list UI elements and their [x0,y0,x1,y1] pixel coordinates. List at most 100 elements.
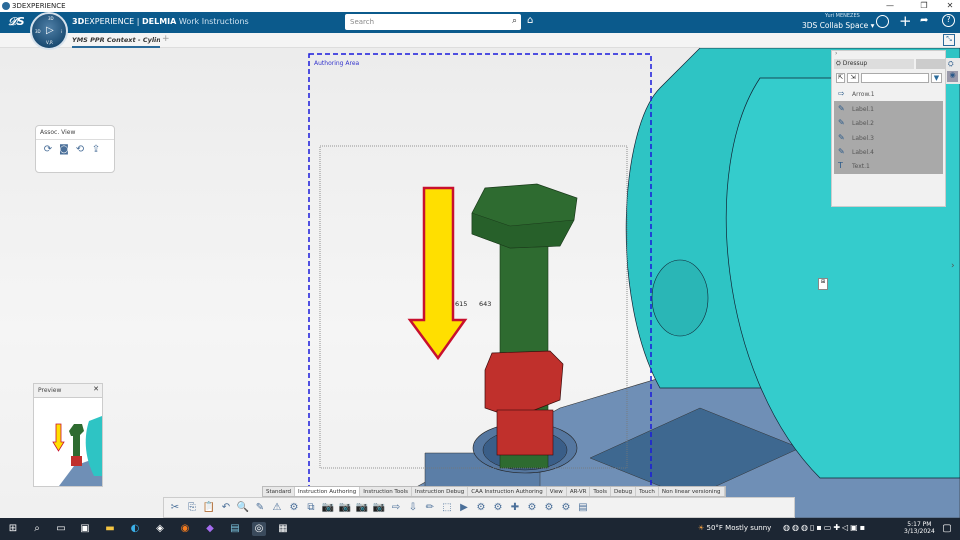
toolbar-tool-11-icon[interactable]: 📷 [355,501,369,515]
update-view-icon[interactable]: ⟲ [73,143,87,157]
toolbar-tool-22-icon[interactable]: ⚙ [542,501,556,515]
toolbar-tool-6-icon[interactable]: ⚠ [270,501,284,515]
terminal-icon[interactable]: ▣ [78,522,92,536]
3dexperience-taskbar-icon[interactable]: ◎ [252,522,266,536]
visual-studio-icon[interactable]: ◆ [203,522,217,536]
minimize-button[interactable]: — [880,0,900,12]
toolbar-tool-21-icon[interactable]: ⚙ [525,501,539,515]
toolbar-tool-19-icon[interactable]: ⚙ [491,501,505,515]
expand-icon[interactable]: › [835,50,837,57]
notepad-icon[interactable]: ▤ [228,522,242,536]
3d-viewport[interactable]: Authoring Area 615 643 › ⊞ [0,48,960,518]
tab-debug[interactable]: Debug [611,487,637,496]
dressup-item-label-3[interactable]: ✎ Label.3 [834,131,942,145]
toolbar-tool-15-icon[interactable]: ✏ [423,501,437,515]
toolbar-tool-8-icon[interactable]: ⧉ [304,501,318,515]
app2-icon[interactable]: ▦ [276,522,290,536]
help-icon[interactable]: ? [942,14,955,27]
toolbar-tool-1-icon[interactable]: ⎘ [185,501,199,515]
toolbar-tool-0-icon[interactable]: ✂ [168,501,182,515]
multi-select-icon[interactable]: ⇲ [847,73,859,83]
assoc-view-title: Assoc. View [36,126,114,140]
weather-widget[interactable]: ☀ 50°F Mostly sunny [698,524,771,532]
tab-tools[interactable]: Tools [590,487,611,496]
collapse-icon[interactable]: ⤡ [943,34,955,46]
dressup-item-label-2[interactable]: ✎ Label.2 [834,116,942,130]
add-tab-button[interactable]: + [162,34,170,44]
toolbar-tool-4-icon[interactable]: 🔍 [236,501,250,515]
compass-top[interactable]: 3D [48,16,54,21]
tab-view[interactable]: View [547,487,567,496]
user-avatar-icon[interactable] [876,15,889,28]
clock[interactable]: 5:17 PM 3/13/2024 [904,521,935,535]
toolbar-tool-12-icon[interactable]: 📷 [372,501,386,515]
toolbar-tool-13-icon[interactable]: ⇨ [389,501,403,515]
tag-icon[interactable]: ⌂ [527,15,533,26]
label-615[interactable]: 615 [455,300,467,308]
dressup-filter-input[interactable] [861,73,929,83]
tab-instruction-authoring[interactable]: Instruction Authoring [295,487,361,496]
window-titlebar: 3DEXPERIENCE — ❐ ✕ [0,0,960,12]
toolbar-tool-24-icon[interactable]: ▤ [576,501,590,515]
toolbar-tool-16-icon[interactable]: ⬚ [440,501,454,515]
system-tray-icons[interactable]: ◍◍◍▯▪▭✚◁▣▪ [783,523,867,532]
add-icon[interactable]: + [899,12,912,30]
ds-logo-icon[interactable]: 𝒟S [8,15,25,29]
tab-instruction-debug[interactable]: Instruction Debug [412,487,469,496]
compass-widget[interactable]: 3D 3D ▷ i V,R [30,12,68,50]
tab-ppr-context[interactable]: YMS PPR Context - Cylinder [72,36,160,48]
file-explorer-icon[interactable]: ▬ [103,522,117,536]
filter-icon[interactable]: ▼ [931,73,942,83]
toolbar-tool-5-icon[interactable]: ✎ [253,501,267,515]
layers-icon[interactable]: ◉ [947,71,958,82]
camera-icon[interactable]: ◙ [57,143,71,157]
toolbar-tool-23-icon[interactable]: ⚙ [559,501,573,515]
marker-icon[interactable]: ⊞ [818,278,828,290]
app-icon[interactable]: ◈ [153,522,167,536]
dressup-item-label-1[interactable]: ✎ Label.1 [834,102,942,116]
toolbar-tool-17-icon[interactable]: ▶ [457,501,471,515]
tab-standard[interactable]: Standard [263,487,296,496]
toolbar-tool-2-icon[interactable]: 📋 [202,501,216,515]
play-icon[interactable]: ▷ [46,25,54,36]
toolbar-tool-7-icon[interactable]: ⚙ [287,501,301,515]
label-643[interactable]: 643 [479,300,491,308]
tab-instruction-tools[interactable]: Instruction Tools [360,487,412,496]
maximize-button[interactable]: ❐ [914,0,934,12]
toolbar-tool-9-icon[interactable]: 📷 [321,501,335,515]
tab-touch[interactable]: Touch [636,487,659,496]
arrow-annotation[interactable] [407,186,468,361]
tab-caa-instruction-authoring[interactable]: CAA Instruction Authoring [468,487,547,496]
preview-close-button[interactable]: ✕ [93,385,99,393]
notifications-icon[interactable]: ▢ [940,522,954,536]
refresh-icon[interactable]: ⟳ [41,143,55,157]
dressup-item-text-1[interactable]: T Text.1 [834,159,942,173]
dressup-tab[interactable]: ⛭ Dressup [834,59,914,69]
search-icon[interactable]: ⌕ [512,16,517,26]
tab-non-linear-versioning[interactable]: Non linear versioning [659,487,725,496]
tab-ar-vr[interactable]: AR-VR [567,487,591,496]
toolbar-tool-20-icon[interactable]: ✚ [508,501,522,515]
dressup-item-arrow-1[interactable]: ⇨ Arrow.1 [834,87,942,101]
start-icon[interactable]: ⊞ [6,522,20,536]
toolbar-tool-3-icon[interactable]: ↶ [219,501,233,515]
compass-right[interactable]: i [61,29,62,34]
search-input[interactable]: Search ⌕ [345,14,521,30]
toolbar-tool-14-icon[interactable]: ⇩ [406,501,420,515]
select-icon[interactable]: ⇱ [836,73,845,83]
edge-icon[interactable]: ◐ [128,522,142,536]
firefox-icon[interactable]: ◉ [178,522,192,536]
export-icon[interactable]: ⇪ [89,143,103,157]
share-icon[interactable]: ➦ [920,15,928,26]
close-window-button[interactable]: ✕ [940,0,960,12]
dressup-item-label-4[interactable]: ✎ Label.4 [834,145,942,159]
toolbar-tool-10-icon[interactable]: 📷 [338,501,352,515]
task-view-icon[interactable]: ▭ [54,522,68,536]
compass-left[interactable]: 3D [35,29,41,34]
compass-bottom[interactable]: V,R [46,40,53,45]
collab-space-dropdown[interactable]: 3DS Collab Space ▾ [802,21,874,30]
expand-right-icon[interactable]: › [951,261,955,271]
dressup-side-icon[interactable]: ⛭ [948,60,954,69]
toolbar-tool-18-icon[interactable]: ⚙ [474,501,488,515]
search-icon[interactable]: ⌕ [30,522,44,536]
